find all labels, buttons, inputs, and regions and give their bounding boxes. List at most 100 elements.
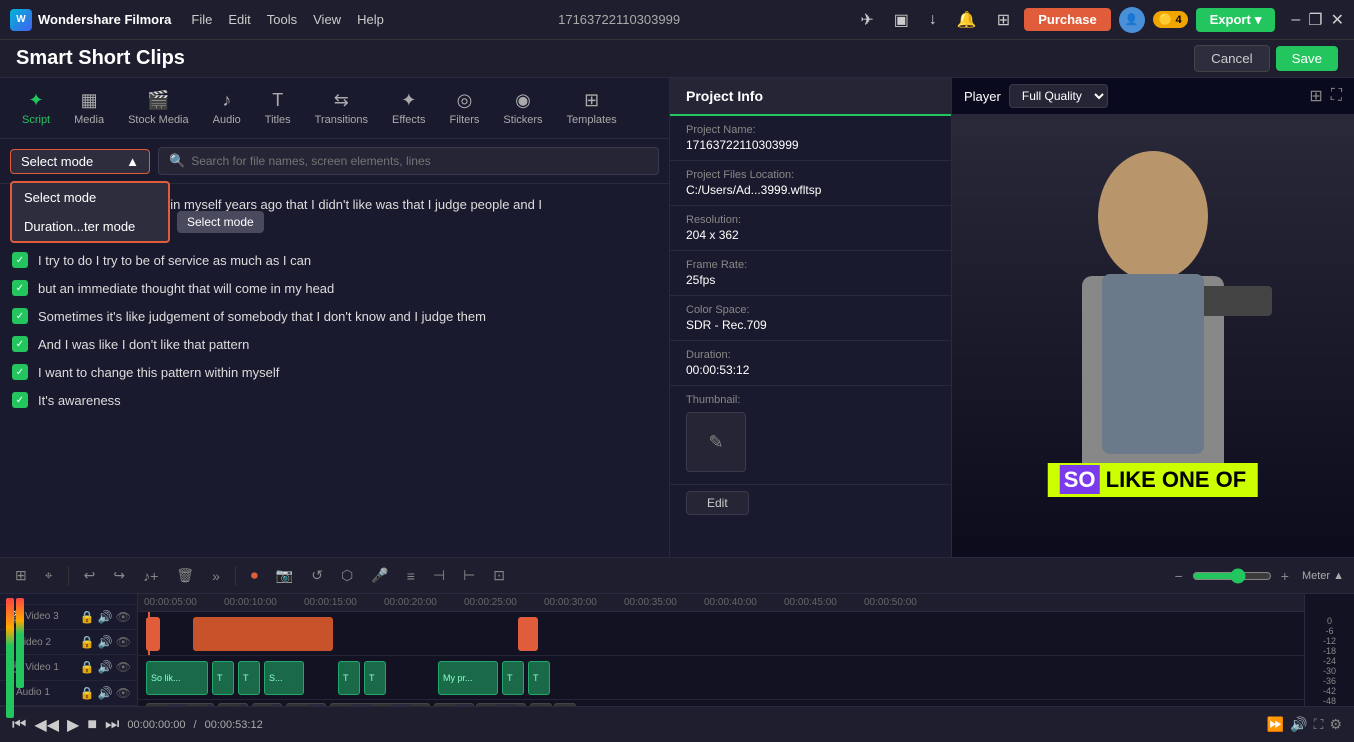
video2-clip-7[interactable]: My pr... — [438, 661, 498, 695]
edit-button[interactable]: Edit — [686, 491, 749, 515]
checkbox[interactable]: ✓ — [12, 280, 28, 296]
delete-button[interactable]: 🗑 — [171, 564, 199, 587]
magnet-icon[interactable]: ⌖ — [40, 564, 58, 587]
crop-icon[interactable]: ⊡ — [488, 564, 510, 587]
zoom-slider[interactable] — [1192, 568, 1272, 584]
track-volume-icon[interactable]: 🔊 — [98, 610, 113, 624]
track-visibility-icon[interactable]: 👁 — [116, 686, 131, 700]
checkbox[interactable]: ✓ — [12, 392, 28, 408]
track-area[interactable]: 00:00:05:00 00:00:10:00 00:00:15:00 00:0… — [138, 594, 1304, 706]
video1-clip-2[interactable] — [218, 703, 248, 706]
zoom-out-button[interactable]: − — [1170, 565, 1188, 587]
more-options-icon[interactable]: » — [207, 565, 225, 587]
apps-icon[interactable]: ⊞ — [991, 8, 1016, 32]
split-icon[interactable]: ⊣ — [428, 564, 450, 587]
track-lock-icon[interactable]: 🔒 — [80, 660, 95, 674]
dropdown-item-select-mode[interactable]: Select mode — [12, 183, 168, 212]
minimize-button[interactable]: – — [1291, 10, 1300, 30]
project-info-tab[interactable]: Project Info — [670, 78, 951, 116]
fullscreen-button[interactable]: ⛶ — [1314, 716, 1324, 733]
send-icon[interactable]: ✈ — [854, 8, 879, 32]
checkbox[interactable]: ✓ — [12, 252, 28, 268]
prev-frame-button[interactable]: ⏮ — [12, 716, 26, 734]
video1-clip-3[interactable] — [252, 703, 282, 706]
checkbox[interactable]: ✓ — [12, 308, 28, 324]
video2-clip-3[interactable]: T — [238, 661, 260, 695]
maximize-button[interactable]: ❐ — [1308, 10, 1322, 30]
redo-button[interactable]: ↪ — [108, 564, 130, 587]
video2-clip-5[interactable]: T — [338, 661, 360, 695]
track-visibility-icon[interactable]: 👁 — [116, 610, 131, 624]
video3-track-row[interactable] — [138, 612, 1304, 656]
video2-clip-1[interactable]: So lik... — [146, 661, 208, 695]
dropdown-item-duration-mode[interactable]: Duration...ter mode — [12, 212, 168, 241]
list-item[interactable]: ✓ It's awareness — [0, 386, 669, 414]
track-visibility-icon[interactable]: 👁 — [116, 635, 131, 649]
caption-icon[interactable]: ≡ — [402, 565, 420, 587]
playback-speed-icon[interactable]: ⏩ — [1267, 716, 1284, 733]
menu-tools[interactable]: Tools — [267, 12, 297, 27]
close-button[interactable]: ✕ — [1331, 10, 1344, 30]
track-layout-icon[interactable]: ⊞ — [10, 564, 32, 587]
shield-icon[interactable]: ⬡ — [336, 564, 358, 587]
volume-icon[interactable]: 🔊 — [1290, 716, 1307, 733]
video3-clip-3[interactable] — [518, 617, 538, 651]
list-item[interactable]: ✓ I try to do I try to be of service as … — [0, 246, 669, 274]
record-btn[interactable]: ⏺ — [246, 564, 263, 587]
video3-clip-2[interactable] — [193, 617, 333, 651]
list-item[interactable]: ✓ Sometimes it's like judgement of someb… — [0, 302, 669, 330]
stop-button[interactable]: ■ — [87, 716, 97, 734]
add-audio-icon[interactable]: ♪+ — [138, 565, 163, 587]
meter-label[interactable]: Meter ▲ — [1302, 570, 1344, 582]
toolbar-transitions[interactable]: ⇆ Transitions — [303, 86, 380, 130]
list-item[interactable]: ✓ but an immediate thought that will com… — [0, 274, 669, 302]
cancel-button[interactable]: Cancel — [1194, 45, 1270, 72]
rewind-button[interactable]: ◀◀ — [34, 715, 59, 735]
next-frame-button[interactable]: ⏭ — [105, 716, 119, 734]
track-volume-icon[interactable]: 🔊 — [98, 635, 113, 649]
purchase-button[interactable]: Purchase — [1024, 8, 1111, 31]
mic-icon[interactable]: 🎤 — [366, 564, 393, 587]
track-lock-icon[interactable]: 🔒 — [80, 686, 95, 700]
video2-clip-8[interactable]: T — [502, 661, 524, 695]
menu-file[interactable]: File — [191, 12, 212, 27]
play-button[interactable]: ▶ — [67, 715, 79, 735]
zoom-in-button[interactable]: + — [1276, 565, 1294, 587]
toolbar-templates[interactable]: ⊞ Templates — [555, 86, 629, 130]
toolbar-stickers[interactable]: ◉ Stickers — [491, 86, 554, 130]
fullscreen-icon[interactable]: ⛶ — [1331, 86, 1342, 106]
toolbar-effects[interactable]: ✦ Effects — [380, 86, 437, 130]
save-button[interactable]: Save — [1276, 46, 1338, 71]
menu-help[interactable]: Help — [357, 12, 384, 27]
video2-track-row[interactable]: So lik... T T S... T T My pr... T T — [138, 656, 1304, 700]
video2-clip-9[interactable]: T — [528, 661, 550, 695]
download-icon[interactable]: ↓ — [923, 9, 943, 31]
menu-view[interactable]: View — [313, 12, 341, 27]
quality-select[interactable]: Full Quality — [1009, 84, 1108, 108]
loop-icon[interactable]: ↺ — [306, 564, 328, 587]
toolbar-titles[interactable]: T Titles — [253, 86, 303, 130]
video1-clip-6[interactable] — [434, 703, 474, 706]
select-mode-dropdown[interactable]: Select mode ▲ — [10, 149, 150, 174]
video2-clip-6[interactable]: T — [364, 661, 386, 695]
video1-clip-1[interactable]: video... — [146, 703, 214, 706]
video1-clip-8[interactable] — [530, 703, 552, 706]
export-button[interactable]: Export ▾ — [1196, 8, 1276, 32]
checkbox[interactable]: ✓ — [12, 336, 28, 352]
bell-icon[interactable]: 🔔 — [951, 8, 983, 32]
menu-edit[interactable]: Edit — [228, 12, 250, 27]
search-input[interactable] — [191, 154, 648, 168]
undo-button[interactable]: ↩ — [79, 564, 101, 587]
list-item[interactable]: ✓ And I was like I don't like that patte… — [0, 330, 669, 358]
track-lock-icon[interactable]: 🔒 — [80, 610, 95, 624]
camera-icon[interactable]: 📷 — [271, 564, 298, 587]
grid-view-icon[interactable]: ⊞ — [1309, 86, 1322, 106]
track-lock-icon[interactable]: 🔒 — [80, 635, 95, 649]
video2-clip-4[interactable]: S... — [264, 661, 304, 695]
toolbar-media[interactable]: ▦ Media — [62, 86, 116, 130]
video1-clip-7[interactable]: video... — [476, 703, 526, 706]
toolbar-filters[interactable]: ◎ Filters — [437, 86, 491, 130]
list-item[interactable]: ✓ I want to change this pattern within m… — [0, 358, 669, 386]
video1-clip-4[interactable]: vi... — [286, 703, 326, 706]
video1-clip-9[interactable] — [554, 703, 576, 706]
